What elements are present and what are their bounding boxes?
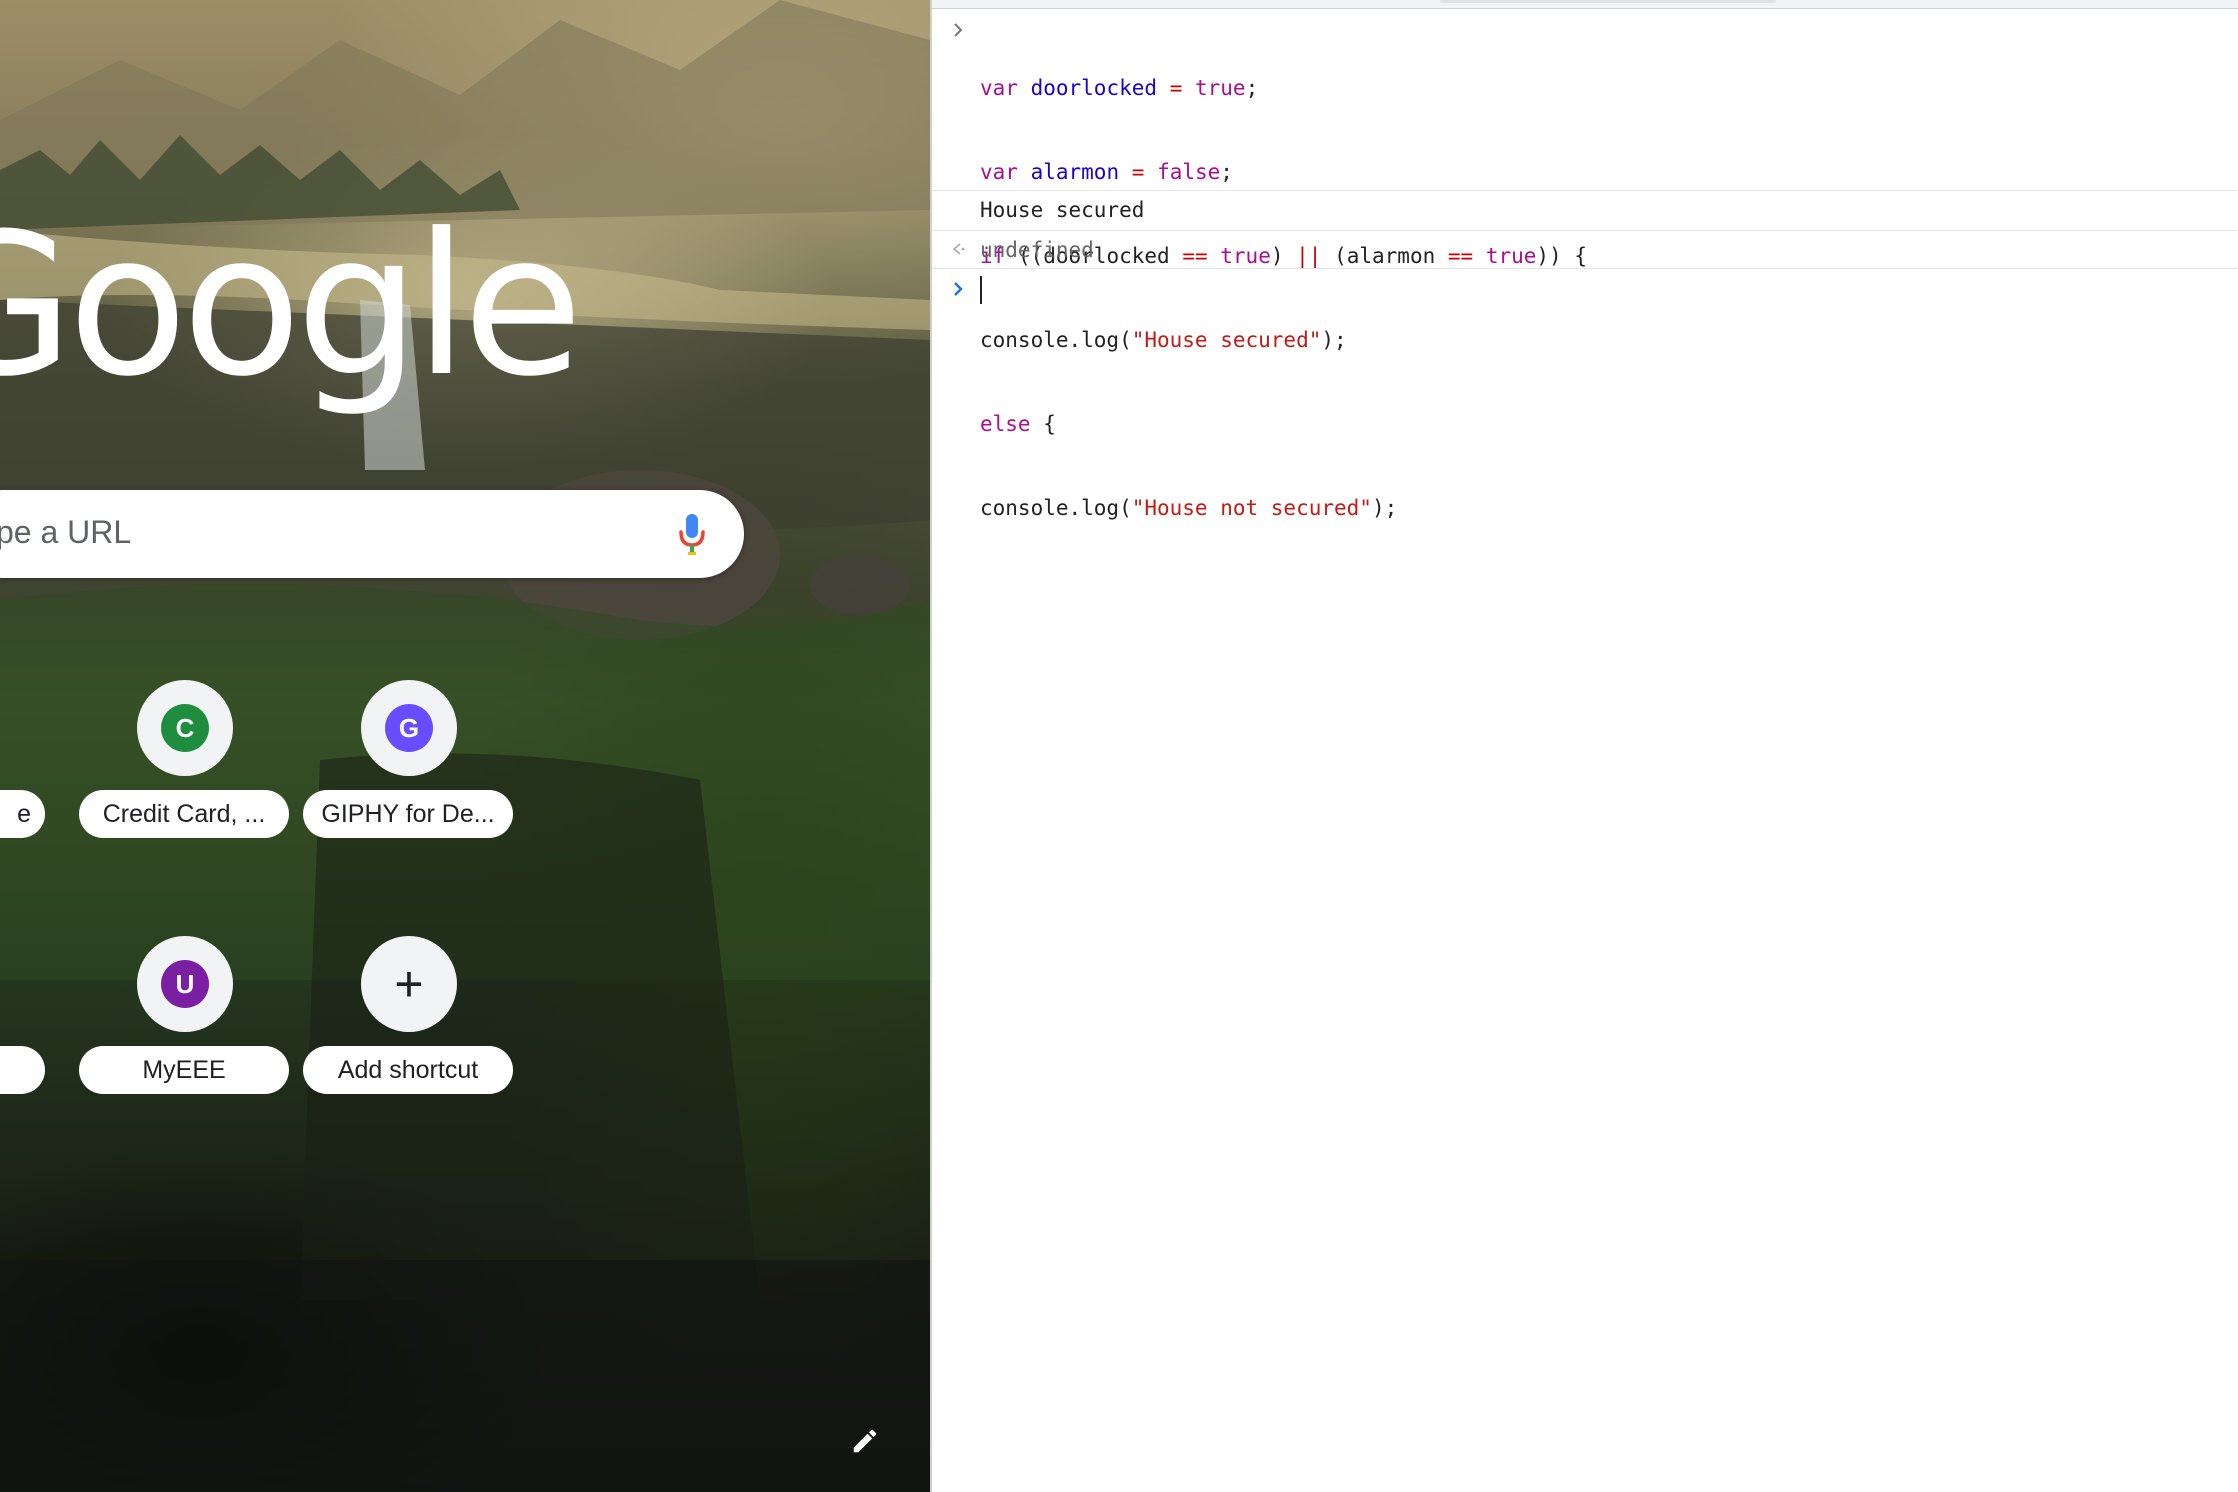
code-token: console.log( — [980, 496, 1132, 520]
code-token: var — [980, 160, 1018, 184]
shortcut-label: e — [0, 790, 45, 838]
credit-card-favicon-icon: C — [161, 704, 209, 752]
code-line: else { — [980, 410, 1587, 438]
console-toolbar — [932, 0, 2238, 9]
text-caret — [980, 276, 982, 304]
shortcut-label — [0, 1046, 45, 1094]
chevron-right-icon — [954, 23, 963, 37]
code-token: "House secured" — [1131, 328, 1322, 352]
shortcut-tile-credit-card[interactable]: C Credit Card, ... — [79, 680, 289, 848]
search-box[interactable]: ype a URL — [0, 490, 744, 578]
new-tab-page: Google ype a URL e C Credit Card, ... G … — [0, 0, 930, 1492]
return-arrow-icon — [952, 243, 965, 255]
google-logo: Google — [0, 192, 583, 420]
add-shortcut-button[interactable]: + Add shortcut — [303, 936, 513, 1104]
code-token: ); — [1321, 328, 1347, 352]
code-token: ; — [1245, 76, 1259, 100]
shortcut-icon-circle: G — [361, 680, 457, 776]
microphone-icon[interactable] — [678, 512, 706, 556]
code-token: true — [1195, 76, 1246, 100]
console-result-entry: undefined — [932, 230, 2238, 269]
shortcut-tile-1[interactable]: e — [0, 680, 45, 848]
code-token: console.log( — [980, 328, 1132, 352]
shortcut-label: Credit Card, ... — [79, 790, 289, 838]
console-input-entry: var doorlocked = true; var alarmon = fal… — [932, 10, 2238, 520]
devtools-console: var doorlocked = true; var alarmon = fal… — [932, 0, 2238, 1492]
code-token: ; — [1220, 160, 1233, 184]
customize-pencil-icon[interactable] — [850, 1426, 880, 1456]
shortcut-icon-circle: + — [361, 936, 457, 1032]
code-token: doorlocked — [1030, 76, 1158, 100]
shortcut-label: MyEEE — [79, 1046, 289, 1094]
shortcut-label: Add shortcut — [303, 1046, 513, 1094]
console-prompt[interactable] — [932, 270, 2238, 310]
code-token: else — [980, 412, 1031, 436]
code-token: ); — [1371, 496, 1398, 520]
shortcut-icon-circle: C — [137, 680, 233, 776]
shortcut-tile-4[interactable] — [0, 936, 45, 1104]
code-token: "House not secured" — [1131, 496, 1372, 520]
code-line: console.log("House not secured"); — [980, 494, 1587, 522]
code-token: false — [1157, 160, 1221, 184]
console-log-entry: House secured — [932, 190, 2238, 231]
prompt-chevron-icon — [954, 282, 963, 296]
code-line: console.log("House secured"); — [980, 326, 1587, 354]
return-value: undefined — [980, 238, 1094, 262]
shortcut-tile-giphy[interactable]: G GIPHY for De... — [303, 680, 513, 848]
code-token: = — [1169, 76, 1183, 100]
code-token: { — [1030, 412, 1056, 436]
filter-input[interactable] — [1440, 0, 1776, 3]
shortcut-tile-myeee[interactable]: U MyEEE — [79, 936, 289, 1104]
code-line: var doorlocked = true; — [980, 74, 1587, 102]
shortcut-icon-circle: U — [137, 936, 233, 1032]
shortcut-label: GIPHY for De... — [303, 790, 513, 838]
code-line: var alarmon = false; — [980, 158, 1587, 186]
plus-icon: + — [394, 956, 424, 1012]
code-token: = — [1131, 160, 1145, 184]
myeee-favicon-icon: U — [161, 960, 209, 1008]
search-placeholder: ype a URL — [0, 514, 132, 550]
giphy-favicon-icon: G — [385, 704, 433, 752]
code-token: var — [980, 76, 1018, 100]
log-message: House secured — [980, 198, 1145, 222]
code-token: alarmon — [1030, 160, 1120, 184]
